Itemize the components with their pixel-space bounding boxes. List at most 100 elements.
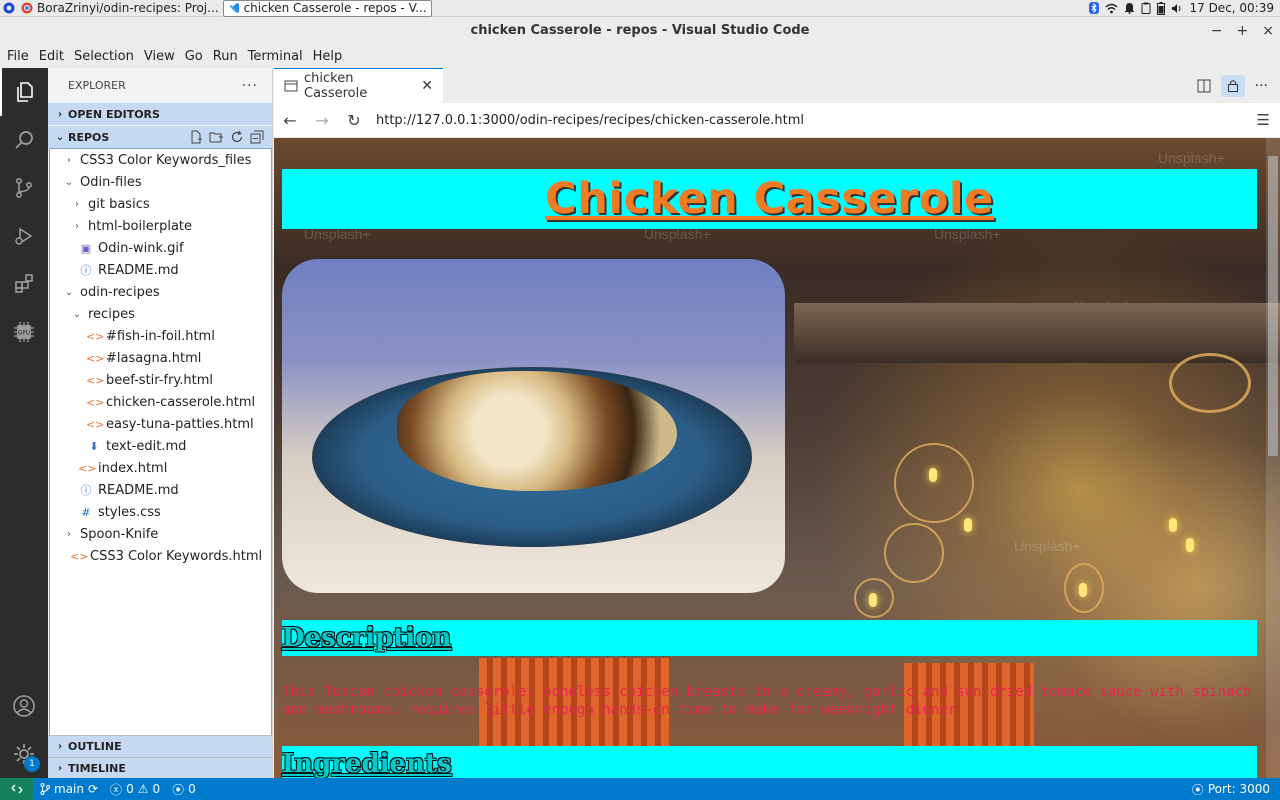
menu-terminal[interactable]: Terminal (243, 49, 308, 64)
remote-icon (11, 783, 23, 795)
open-editors-section[interactable]: › OPEN EDITORS (48, 103, 272, 125)
close-window-button[interactable]: × (1262, 23, 1274, 39)
notification-bell-icon[interactable] (1124, 2, 1135, 14)
forward-button[interactable]: → (306, 111, 338, 130)
tree-item[interactable]: › CSS3 Color Keywords_files (50, 149, 271, 171)
tree-item[interactable]: ⬇ text-edit.md (50, 435, 271, 457)
html-file-icon: <> (70, 549, 89, 563)
browser-menu-icon[interactable]: ☰ (1257, 111, 1270, 129)
pendant-lamp (894, 443, 974, 523)
explorer-more-button[interactable]: ··· (242, 78, 258, 94)
tree-item-label: README.md (98, 482, 179, 498)
tree-item[interactable]: # styles.css (50, 501, 271, 523)
scrollbar-thumb[interactable] (1268, 156, 1278, 456)
menu-file[interactable]: File (2, 49, 34, 64)
ingredients-heading: Ingredients (282, 749, 452, 778)
new-file-icon[interactable] (189, 130, 203, 144)
source-control-icon (12, 176, 36, 200)
ports-status[interactable]: ⦿ 0 (166, 781, 202, 798)
tree-item[interactable]: <> #fish-in-foil.html (50, 325, 271, 347)
remote-indicator[interactable] (0, 778, 34, 800)
tree-item-label: odin-recipes (80, 284, 160, 300)
extensions-activity[interactable] (0, 260, 48, 308)
repos-section[interactable]: ⌄ REPOS (48, 126, 272, 148)
system-menu-icon[interactable] (0, 2, 17, 14)
explorer-activity[interactable] (0, 68, 48, 116)
description-text: This Tuscan chicken casserole, boneless … (282, 684, 1252, 718)
battery-icon[interactable] (1157, 1, 1166, 15)
menu-help[interactable]: Help (308, 49, 348, 64)
menu-edit[interactable]: Edit (34, 49, 69, 64)
menu-run[interactable]: Run (208, 49, 243, 64)
gpu-icon: GPU (12, 320, 36, 344)
search-activity[interactable] (0, 116, 48, 164)
wifi-icon[interactable] (1105, 3, 1118, 14)
folder-collapsed-icon: › (67, 528, 71, 540)
minimize-button[interactable]: − (1211, 23, 1223, 39)
refresh-icon[interactable] (230, 130, 244, 144)
collapse-all-icon[interactable] (250, 130, 264, 144)
new-folder-icon[interactable] (209, 130, 224, 144)
html-file-icon: <> (86, 351, 105, 365)
bluetooth-icon[interactable] (1089, 2, 1100, 14)
branch-status[interactable]: main ⟳ (34, 782, 104, 796)
tree-item-label: beef-stir-fry.html (106, 372, 213, 388)
problems-status[interactable]: ⓧ 0 ⚠ 0 (104, 781, 166, 798)
description-band: Description (282, 620, 1257, 656)
lock-group-button[interactable] (1220, 74, 1245, 97)
git-branch-icon (40, 783, 50, 795)
tree-item[interactable]: <> chicken-casserole.html (50, 391, 271, 413)
tree-item[interactable]: <> #lasagna.html (50, 347, 271, 369)
menu-selection[interactable]: Selection (69, 49, 139, 64)
timeline-label: TIMELINE (68, 762, 126, 775)
more-actions-icon[interactable]: ··· (1255, 78, 1268, 94)
maximize-button[interactable]: + (1237, 23, 1249, 39)
tree-item[interactable]: ⌄ recipes (50, 303, 271, 325)
tree-item[interactable]: <> index.html (50, 457, 271, 479)
tree-item[interactable]: <> CSS3 Color Keywords.html (50, 545, 271, 567)
chevron-down-icon: ⌄ (55, 131, 65, 143)
tree-item[interactable]: › git basics (50, 193, 271, 215)
menu-view[interactable]: View (139, 49, 180, 64)
manage-activity[interactable]: 1 (0, 730, 48, 778)
taskbar-vscode-window[interactable]: chicken Casserole - repos - V... (222, 0, 432, 17)
tree-item[interactable]: › html-boilerplate (50, 215, 271, 237)
search-icon (12, 128, 36, 152)
clipboard-icon[interactable] (1141, 2, 1151, 14)
menu-go[interactable]: Go (180, 49, 208, 64)
gpu-activity[interactable]: GPU (0, 308, 48, 356)
split-editor-icon[interactable] (1197, 79, 1211, 93)
tree-item[interactable]: ▣ Odin-wink.gif (50, 237, 271, 259)
tree-item[interactable]: <> easy-tuna-patties.html (50, 413, 271, 435)
tree-item[interactable]: › Spoon-Knife (50, 523, 271, 545)
back-button[interactable]: ← (274, 111, 306, 130)
outline-label: OUTLINE (68, 740, 122, 753)
volume-icon[interactable] (1171, 3, 1183, 14)
branch-name: main (54, 782, 84, 796)
outline-section[interactable]: › OUTLINE (48, 735, 272, 757)
source-control-activity[interactable] (0, 164, 48, 212)
os-taskbar: BoraZrinyi/odin-recipes: Proj... chicken… (0, 0, 1280, 17)
port-status[interactable]: ⦿ Port: 3000 (1192, 781, 1280, 798)
tree-item[interactable]: ⓘ README.md (50, 479, 271, 501)
tab-chicken-casserole[interactable]: chicken Casserole ✕ (274, 68, 443, 103)
casserole-shape (397, 371, 677, 491)
activity-bar: GPU 1 (0, 68, 48, 778)
url-bar[interactable]: http://127.0.0.1:3000/odin-recipes/recip… (376, 113, 804, 128)
tree-item[interactable]: <> beef-stir-fry.html (50, 369, 271, 391)
page-scrollbar[interactable] (1266, 138, 1280, 778)
tree-item[interactable]: ⓘ README.md (50, 259, 271, 281)
extensions-icon (12, 272, 36, 296)
taskbar-chrome-window[interactable]: BoraZrinyi/odin-recipes: Proj... (17, 0, 223, 17)
run-debug-activity[interactable] (0, 212, 48, 260)
html-file-icon: <> (86, 329, 105, 343)
editor-tab-bar: chicken Casserole ✕ ··· (274, 68, 1280, 103)
tree-item[interactable]: ⌄ odin-recipes (50, 281, 271, 303)
accounts-activity[interactable] (0, 682, 48, 730)
html-file-icon: <> (86, 417, 105, 431)
close-tab-icon[interactable]: ✕ (421, 78, 433, 94)
timeline-section[interactable]: › TIMELINE (48, 757, 272, 779)
tree-item[interactable]: ⌄ Odin-files (50, 171, 271, 193)
clock[interactable]: 17 Dec, 00:39 (1189, 1, 1274, 15)
reload-button[interactable]: ↻ (338, 111, 370, 130)
